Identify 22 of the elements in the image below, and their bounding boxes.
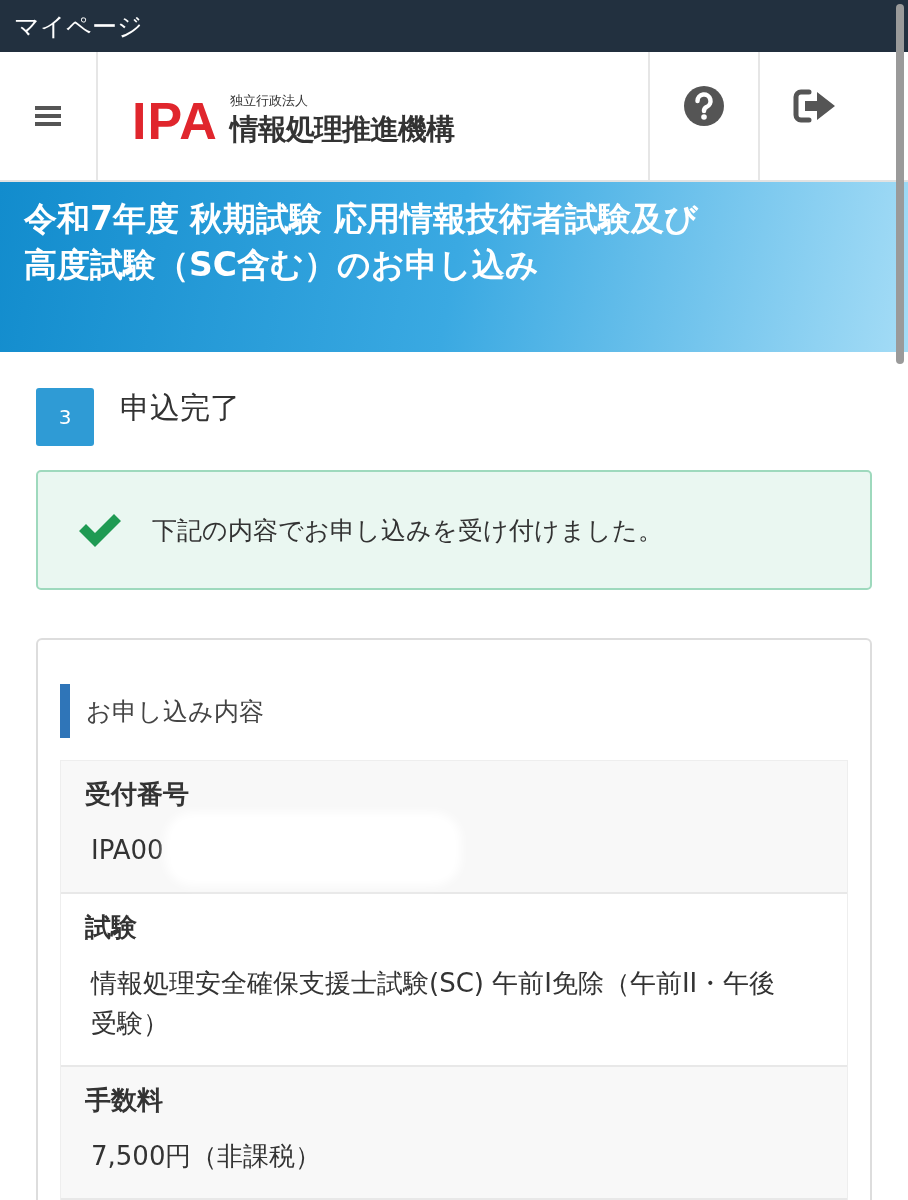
logo-subtitle: 独立行政法人 — [229, 92, 309, 110]
section-heading: お申し込み内容 — [86, 695, 264, 728]
page-title: マイページ — [14, 10, 143, 43]
logo-mark: IPA — [132, 91, 218, 151]
menu-icon — [35, 105, 61, 127]
heading-accent-bar — [60, 684, 70, 738]
field-label: 手数料 — [85, 1084, 164, 1117]
logout-button[interactable] — [760, 52, 870, 180]
step-label: 申込完了 — [120, 388, 240, 427]
exam-title: 令和7年度 秋期試験 応用情報技術者試験及び高度試験（SC含む）のお申し込み — [24, 198, 699, 286]
help-icon — [683, 85, 725, 127]
help-button[interactable] — [650, 52, 760, 180]
field-label: 受付番号 — [85, 778, 190, 811]
logo-name: 情報処理推進機構 — [229, 111, 454, 148]
sign-out-icon — [793, 88, 837, 124]
field-label: 試験 — [85, 911, 138, 944]
step-number: 3 — [36, 388, 94, 446]
success-message: 下記の内容でお申し込みを受け付けました。 — [152, 514, 663, 547]
menu-button[interactable] — [0, 52, 98, 180]
field-value: 情報処理安全確保支援士試験(SC) 午前I免除（午前II・午後受験） — [89, 967, 777, 1040]
field-value: 7,500円（非課税） — [90, 1140, 323, 1173]
field-value: IPA00 — [90, 834, 165, 867]
